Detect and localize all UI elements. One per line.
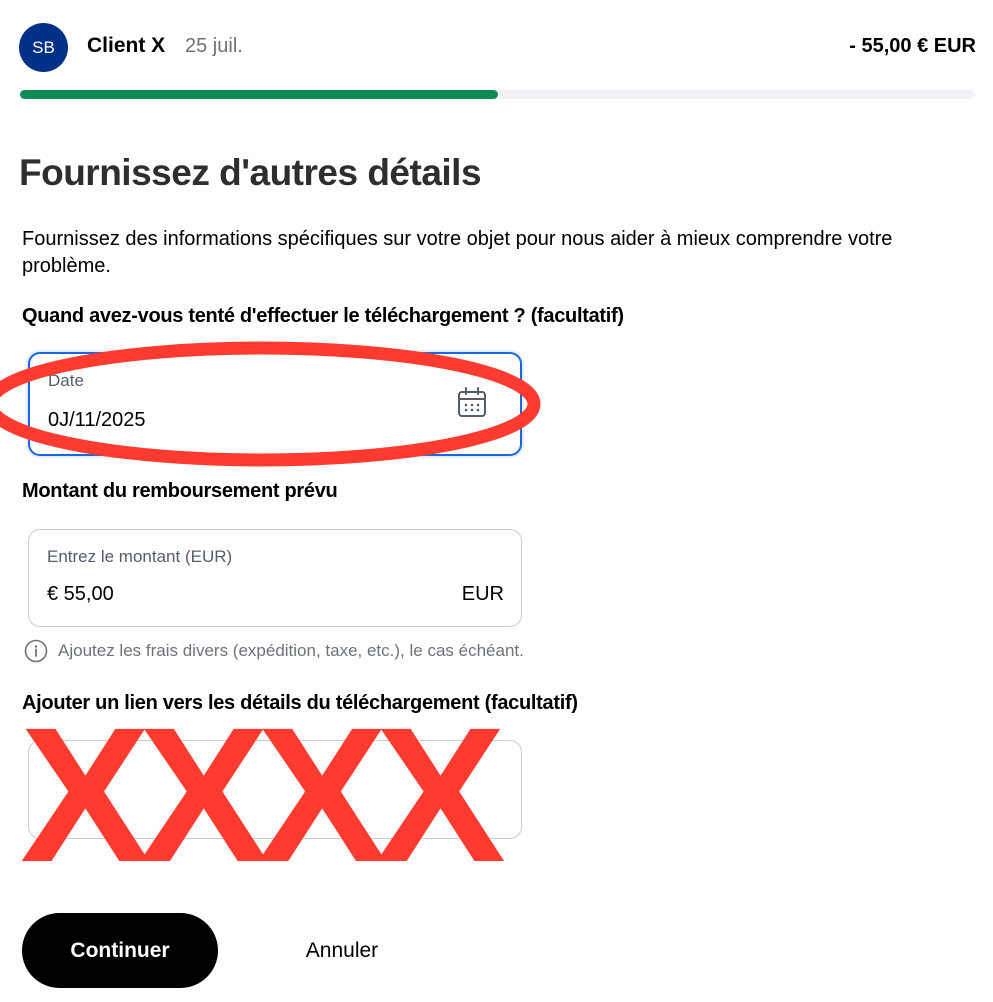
continue-button[interactable]: Continuer: [22, 913, 218, 988]
page-description: Fournissez des informations spécifiques …: [22, 228, 893, 277]
client-name: Client X: [87, 34, 166, 57]
link-question-label: Ajouter un lien vers les détails du télé…: [22, 692, 578, 714]
link-field[interactable]: [28, 740, 522, 839]
amount-field[interactable]: Entrez le montant (EUR) € 55,00 EUR: [28, 529, 522, 627]
progress-bar-fill: [20, 90, 498, 99]
date-question-label: Quand avez-vous tenté d'effectuer le tél…: [22, 305, 624, 327]
amount-helper: Ajoutez les frais divers (expédition, ta…: [24, 639, 524, 663]
info-icon: [24, 639, 48, 663]
avatar: SB: [19, 23, 68, 72]
amount-helper-text: Ajoutez les frais divers (expédition, ta…: [58, 641, 524, 660]
amount-field-label: Entrez le montant (EUR): [47, 547, 233, 566]
amount-question-label: Montant du remboursement prévu: [22, 480, 338, 502]
amount-currency-suffix: EUR: [461, 583, 504, 605]
amount-field-value[interactable]: € 55,00: [47, 583, 114, 606]
avatar-initials: SB: [32, 37, 55, 57]
progress-bar: [20, 90, 975, 99]
calendar-icon[interactable]: [457, 387, 487, 419]
date-field[interactable]: Date 0J/11/2025: [28, 352, 522, 456]
dispute-details-page: SB Client X 25 juil. - 55,00 € EUR Fourn…: [0, 0, 993, 1002]
transaction-amount: - 55,00 € EUR: [849, 35, 976, 57]
cancel-button[interactable]: Annuler: [275, 913, 409, 988]
date-field-label: Date: [48, 371, 84, 390]
page-title: Fournissez d'autres détails: [19, 152, 482, 193]
transaction-date: 25 juil.: [185, 35, 243, 57]
date-field-value[interactable]: 0J/11/2025: [48, 409, 146, 432]
